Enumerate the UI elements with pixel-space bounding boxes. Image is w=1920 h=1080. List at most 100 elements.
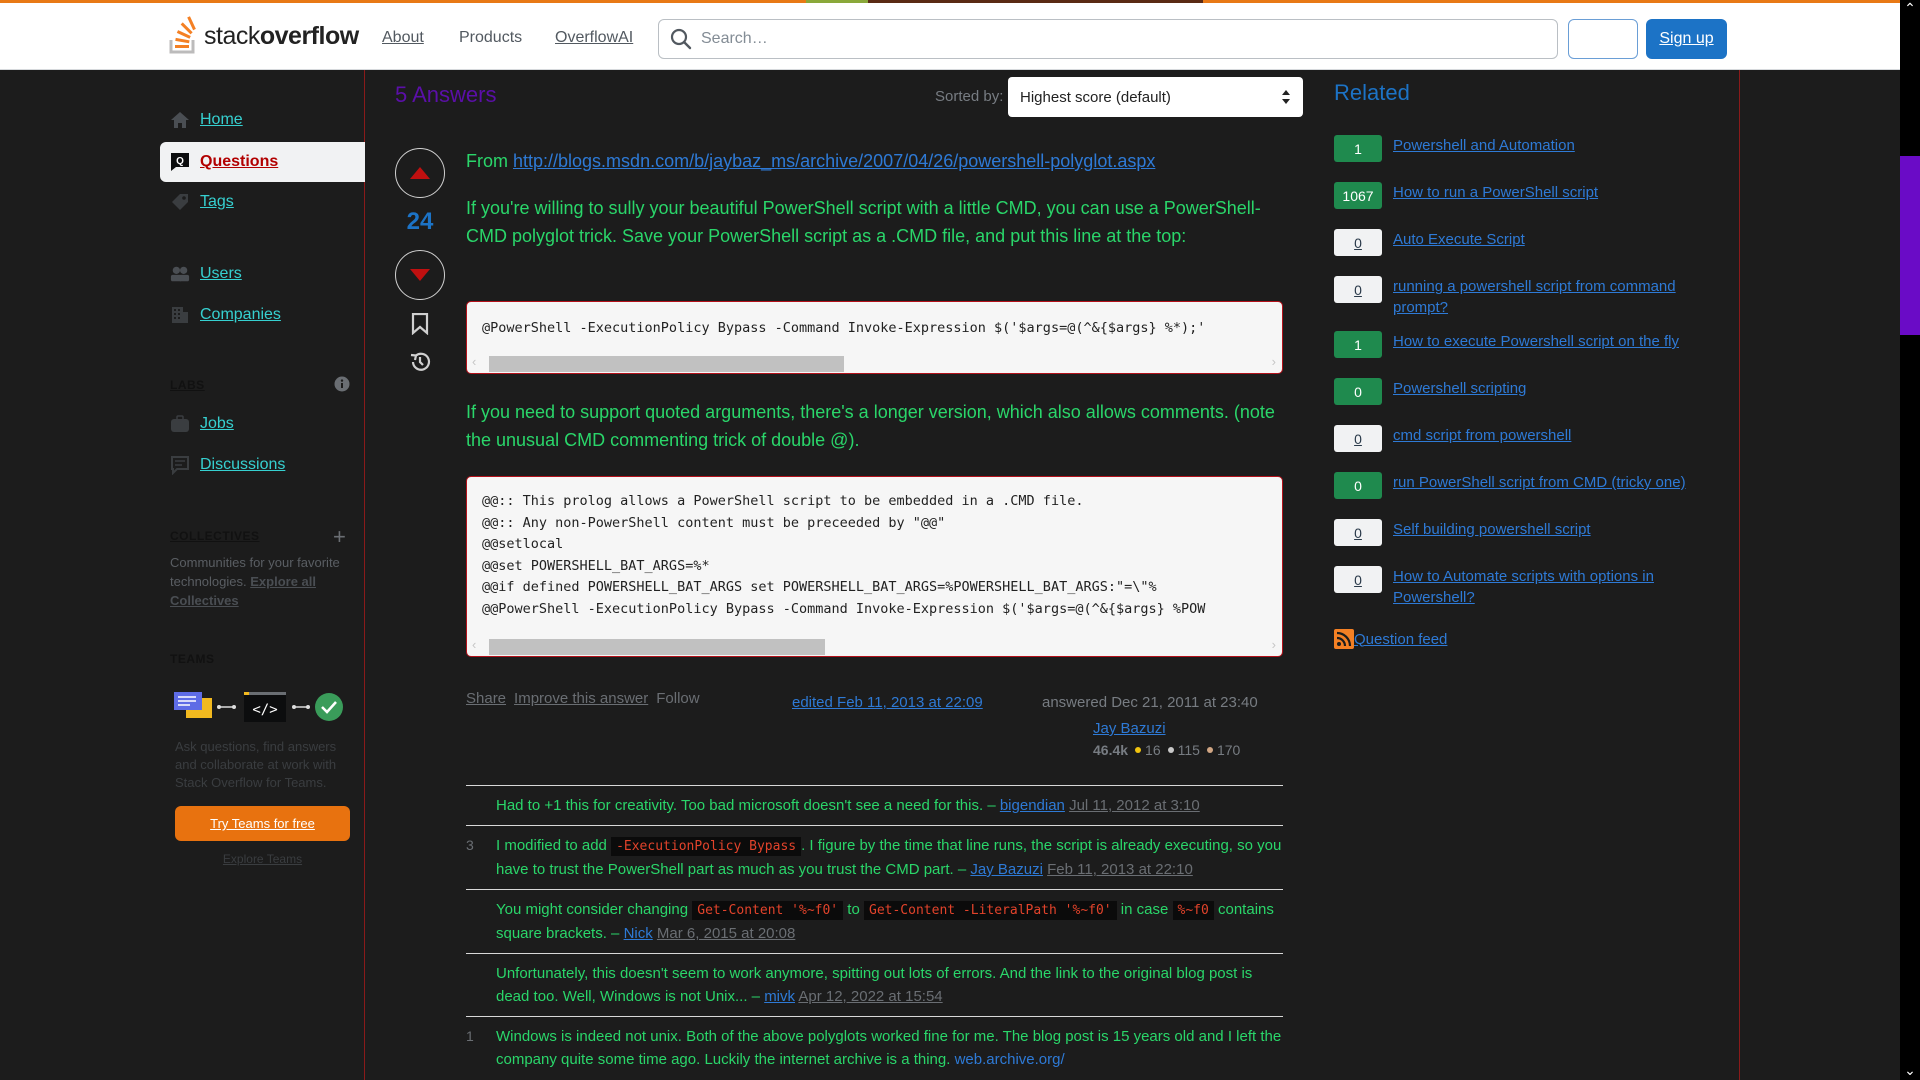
related-item: 0 Powershell scripting: [1334, 378, 1713, 405]
sidebar-item-companies[interactable]: Companies: [160, 295, 281, 335]
from-label: From: [466, 151, 513, 171]
bookmark-icon[interactable]: [408, 312, 432, 336]
search-input[interactable]: [701, 30, 1521, 48]
building-icon: [170, 305, 190, 325]
related-score-badge[interactable]: 1: [1334, 135, 1382, 162]
signup-button[interactable]: Sign up: [1646, 19, 1727, 59]
try-teams-button[interactable]: Try Teams for free: [175, 806, 350, 841]
related-score-badge[interactable]: 0: [1334, 378, 1382, 405]
sidebar-item-discussions[interactable]: Discussions: [160, 445, 285, 485]
upvote-button[interactable]: [395, 148, 445, 198]
sidebar-item-jobs[interactable]: Jobs: [160, 404, 234, 444]
related-question-link[interactable]: Self building powershell script: [1393, 519, 1713, 546]
sidebar-item-label[interactable]: Discussions: [200, 456, 285, 474]
related-question-link[interactable]: Auto Execute Script: [1393, 229, 1713, 256]
page-scrollbar[interactable]: ⌃ ⌄: [1900, 0, 1920, 1080]
sidebar-item-users[interactable]: Users: [160, 254, 242, 294]
downvote-arrow-icon: [410, 269, 430, 281]
code-block-1-scrollbar[interactable]: ‹ ›: [467, 353, 1282, 373]
related-score-badge[interactable]: 0: [1334, 425, 1382, 452]
rss-icon: [1334, 629, 1354, 649]
sort-select[interactable]: Highest score (default): [1008, 77, 1303, 117]
scroll-left-arrow-icon[interactable]: ‹: [472, 637, 476, 652]
login-button[interactable]: [1568, 19, 1638, 59]
scroll-right-arrow-icon[interactable]: ›: [1272, 637, 1276, 652]
scroll-up-arrow-icon[interactable]: ⌃: [1900, 0, 1920, 17]
comments-list: Had to +1 this for creativity. Too bad m…: [466, 785, 1283, 1079]
scroll-down-arrow-icon[interactable]: ⌄: [1900, 1062, 1920, 1079]
comment-date-link[interactable]: Jul 11, 2012 at 3:10: [1069, 797, 1200, 814]
history-icon[interactable]: [408, 350, 432, 374]
upvote-arrow-icon: [410, 167, 430, 179]
comment-user-link[interactable]: mivk: [764, 988, 795, 1005]
comment-user-link[interactable]: Jay Bazuzi: [970, 861, 1043, 878]
related-question-link[interactable]: Powershell and Automation: [1393, 135, 1713, 162]
inline-code: %~f0: [1172, 901, 1214, 920]
sidebar-item-label[interactable]: Companies: [200, 306, 281, 324]
comment-user-link[interactable]: bigendian: [1000, 797, 1065, 814]
comment-date-link[interactable]: Feb 11, 2013 at 22:10: [1047, 861, 1193, 878]
inline-code: Get-Content '%~f0': [692, 901, 844, 920]
sidebar-item-questions[interactable]: Q Questions: [160, 142, 365, 182]
sidebar-item-tags[interactable]: Tags: [160, 182, 234, 222]
add-collective-plus-icon[interactable]: +: [333, 526, 346, 548]
sidebar-item-label[interactable]: Home: [200, 111, 243, 129]
code-scroll-thumb[interactable]: [489, 356, 844, 372]
related-score-badge[interactable]: 1067: [1334, 182, 1382, 209]
info-icon[interactable]: [334, 376, 350, 397]
related-question-link[interactable]: How to Automate scripts with options in …: [1393, 566, 1713, 608]
share-link[interactable]: Share: [466, 690, 506, 707]
nav-about[interactable]: About: [382, 29, 424, 47]
nav-overflowai[interactable]: OverflowAI: [555, 29, 633, 47]
comment-user-link[interactable]: Nick: [624, 925, 653, 942]
comment-date-link[interactable]: Apr 12, 2022 at 15:54: [798, 988, 942, 1005]
tag-icon: [170, 192, 190, 212]
related-question-link[interactable]: cmd script from powershell: [1393, 425, 1713, 452]
question-feed-link[interactable]: Question feed: [1334, 629, 1447, 649]
follow-button[interactable]: Follow: [656, 690, 699, 707]
improve-answer-link[interactable]: Improve this answer: [514, 690, 648, 707]
sidebar-item-label[interactable]: Jobs: [200, 415, 234, 433]
related-score-badge[interactable]: 0: [1334, 229, 1382, 256]
scrollbar-thumb[interactable]: [1900, 156, 1920, 335]
collectives-heading[interactable]: COLLECTIVES: [170, 529, 260, 543]
silver-badge-icon: [1167, 747, 1174, 753]
related-item: 0 running a powershell script from comman…: [1334, 276, 1713, 318]
stackoverflow-logo[interactable]: stackoverflow: [168, 15, 359, 57]
nav-products[interactable]: Products: [459, 29, 522, 47]
related-question-link[interactable]: running a powershell script from command…: [1393, 276, 1713, 318]
bronze-badge-count: 170: [1216, 742, 1241, 758]
source-link[interactable]: http://blogs.msdn.com/b/jaybaz_ms/archiv…: [513, 151, 1155, 171]
code-block-2-scrollbar[interactable]: ‹ ›: [467, 636, 1282, 656]
related-question-link[interactable]: How to run a PowerShell script: [1393, 182, 1713, 209]
select-updown-icon: [1282, 90, 1290, 104]
sidebar-item-label[interactable]: Users: [200, 265, 242, 283]
sidebar-item-label[interactable]: Questions: [200, 153, 278, 171]
related-score-badge[interactable]: 0: [1334, 566, 1382, 593]
labs-heading[interactable]: LABS: [170, 378, 205, 392]
code-window-icon: </>: [244, 692, 286, 722]
related-score-badge[interactable]: 0: [1334, 276, 1382, 303]
sidebar-item-label[interactable]: Tags: [200, 193, 234, 211]
edited-timestamp-link[interactable]: edited Feb 11, 2013 at 22:09: [792, 694, 983, 711]
scroll-left-arrow-icon[interactable]: ‹: [472, 354, 476, 369]
downvote-button[interactable]: [395, 250, 445, 300]
related-score-badge[interactable]: 0: [1334, 472, 1382, 499]
scroll-right-arrow-icon[interactable]: ›: [1272, 354, 1276, 369]
silver-badge-count: 115: [1177, 742, 1200, 758]
related-item: 1067 How to run a PowerShell script: [1334, 182, 1713, 209]
comment-date-link[interactable]: Mar 6, 2015 at 20:08: [657, 925, 795, 942]
related-score-badge[interactable]: 0: [1334, 519, 1382, 546]
search-box[interactable]: [658, 19, 1558, 59]
teams-illustration: </>: [174, 690, 354, 722]
users-icon: [170, 264, 190, 284]
sidebar-item-home[interactable]: Home: [160, 100, 243, 140]
explore-teams-link[interactable]: Explore Teams: [175, 852, 350, 866]
related-question-link[interactable]: How to execute Powershell script on the …: [1393, 331, 1713, 358]
related-score-badge[interactable]: 1: [1334, 331, 1382, 358]
author-link[interactable]: Jay Bazuzi: [1093, 720, 1166, 737]
code-scroll-thumb[interactable]: [489, 639, 825, 655]
comment-link[interactable]: web.archive.org/: [955, 1051, 1065, 1068]
related-question-link[interactable]: Powershell scripting: [1393, 378, 1713, 405]
related-question-link[interactable]: run PowerShell script from CMD (tricky o…: [1393, 472, 1713, 499]
